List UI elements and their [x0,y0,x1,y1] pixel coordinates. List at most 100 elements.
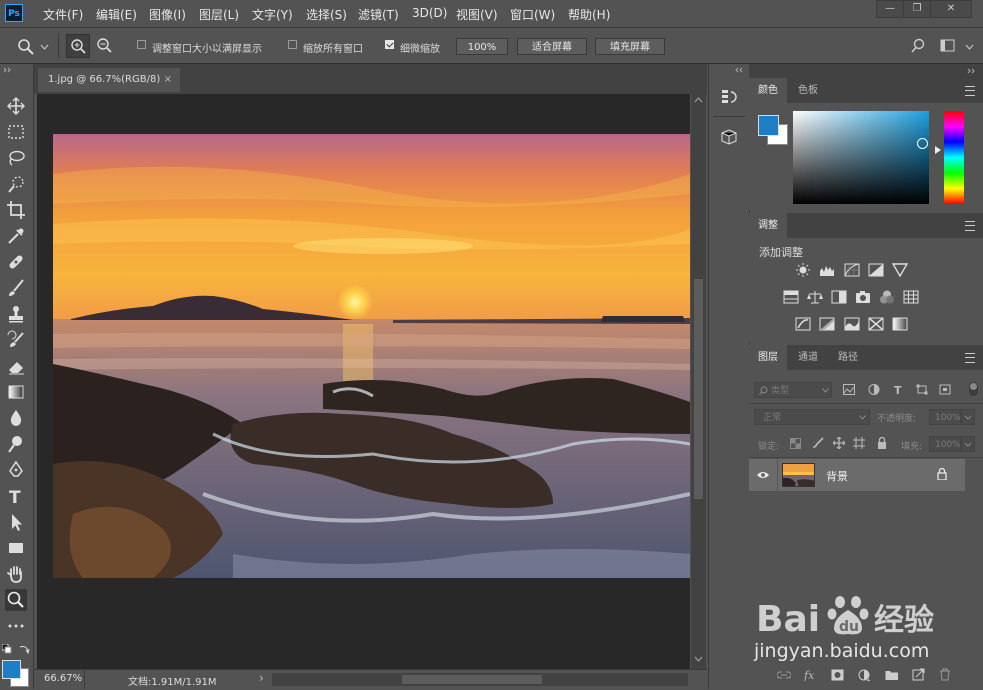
move-tool[interactable] [5,95,27,117]
menu-image[interactable]: 图像(I) [149,6,186,23]
link-layers-icon[interactable] [777,670,791,680]
scroll-down-icon[interactable] [694,656,703,662]
filter-toggle-switch[interactable] [969,382,978,396]
zoom-all-windows-checkbox[interactable] [288,40,297,49]
history-panel-button[interactable] [720,88,738,106]
3d-panel-button[interactable] [720,128,738,146]
tab-paths[interactable]: 路径 [829,345,867,370]
zoom-tool-preset-icon[interactable] [17,38,35,56]
filter-smart-object-icon[interactable] [939,384,951,395]
fill-dropdown[interactable] [961,436,975,452]
tab-swatches[interactable]: 色板 [789,78,827,103]
channel-mixer-icon[interactable] [879,290,895,304]
color-picker-cursor[interactable] [917,138,928,149]
restore-button[interactable]: ❐ [903,0,931,18]
zoom-in-button[interactable] [66,34,90,58]
add-mask-icon[interactable] [831,669,844,681]
opacity-dropdown[interactable] [961,409,975,425]
fit-screen-button[interactable]: 适合屏幕 [517,38,587,55]
more-tools[interactable] [5,615,27,637]
crop-tool[interactable] [5,199,27,221]
gradient-map-icon[interactable] [892,317,908,331]
levels-icon[interactable] [819,263,835,277]
panel-menu-icon[interactable] [965,221,975,231]
blur-tool[interactable] [5,407,27,429]
selective-color-icon[interactable] [868,317,884,331]
tab-channels[interactable]: 通道 [789,345,827,370]
filter-pixel-icon[interactable] [843,384,855,395]
menu-type[interactable]: 文字(Y) [252,6,293,23]
resize-windows-checkbox[interactable] [137,40,146,49]
layer-visibility-toggle[interactable] [749,459,778,491]
trash-icon[interactable] [939,668,951,681]
marquee-tool[interactable] [5,121,27,143]
panel-menu-icon[interactable] [965,353,975,363]
new-layer-icon[interactable] [912,668,925,681]
filter-shape-icon[interactable] [916,384,928,395]
blend-mode-select[interactable]: 正常 [754,409,870,425]
document-tab[interactable]: 1.jpg @ 66.7%(RGB/8) × [38,68,180,92]
color-balance-icon[interactable] [807,290,823,304]
healing-brush-tool[interactable] [5,251,27,273]
scroll-up-icon[interactable] [694,97,703,103]
hue-slider[interactable] [944,111,964,204]
close-tab-icon[interactable]: × [164,68,172,92]
threshold-icon[interactable] [844,317,860,331]
lock-artboard-icon[interactable] [853,437,865,449]
new-adjustment-layer-icon[interactable] [858,669,871,682]
eraser-tool[interactable] [5,355,27,377]
menu-view[interactable]: 视图(V) [456,6,498,23]
posterize-icon[interactable] [819,317,835,331]
photo-filter-icon[interactable] [855,290,871,304]
collapse-arrows-icon[interactable] [3,67,13,73]
lock-position-icon[interactable] [833,437,845,449]
panel-menu-icon[interactable] [965,86,975,96]
black-white-icon[interactable] [831,290,847,304]
fill-screen-button[interactable]: 填充屏幕 [595,38,665,55]
menu-edit[interactable]: 编辑(E) [96,6,137,23]
panel-foreground-swatch[interactable] [758,115,779,136]
close-window-button[interactable]: ✕ [930,0,972,18]
color-lookup-icon[interactable] [903,290,919,304]
scrubby-zoom-checkbox[interactable] [385,40,394,49]
clone-stamp-tool[interactable] [5,303,27,325]
eyedropper-tool[interactable] [5,225,27,247]
color-picker-field[interactable] [793,111,929,204]
workspace-icon[interactable] [940,39,956,53]
menu-window[interactable]: 窗口(W) [510,6,555,23]
tab-color[interactable]: 颜色 [749,78,787,103]
filter-type-icon[interactable]: T [893,384,905,395]
menu-filter[interactable]: 滤镜(T) [358,6,399,23]
fx-icon[interactable]: fx [804,669,818,681]
menu-help[interactable]: 帮助(H) [568,6,610,23]
horizontal-scroll-thumb[interactable] [402,675,542,684]
document-canvas-image[interactable] [53,134,690,578]
layer-thumbnail[interactable] [782,463,815,487]
rectangle-tool[interactable] [5,537,27,559]
layer-row-background[interactable]: 背景 [749,459,965,491]
search-icon[interactable] [910,38,926,54]
tab-adjustments[interactable]: 调整 [749,213,787,238]
chevron-down-icon[interactable] [965,44,974,50]
menu-select[interactable]: 选择(S) [306,6,347,23]
dodge-tool[interactable] [5,433,27,455]
foreground-color-swatch[interactable] [2,660,21,679]
type-tool[interactable]: T [5,485,27,508]
new-group-icon[interactable] [885,669,899,681]
quick-selection-tool[interactable] [5,173,27,195]
curves-icon[interactable] [844,263,860,277]
menu-file[interactable]: 文件(F) [43,6,83,23]
history-brush-tool[interactable] [5,329,27,351]
zoom-tool[interactable] [5,589,27,611]
horizontal-scrollbar[interactable] [272,673,688,686]
lock-transparent-pixels-icon[interactable] [790,438,801,449]
default-colors-icon[interactable] [2,644,12,654]
pen-tool[interactable] [5,459,27,481]
zoom-level[interactable]: 66.67% [44,673,82,684]
vertical-scrollbar[interactable] [691,94,706,669]
tab-layers[interactable]: 图层 [749,345,787,370]
menu-3d[interactable]: 3D(D) [412,6,447,20]
minimize-button[interactable]: — [876,0,904,18]
invert-icon[interactable] [795,317,811,331]
hand-tool[interactable] [5,563,27,585]
